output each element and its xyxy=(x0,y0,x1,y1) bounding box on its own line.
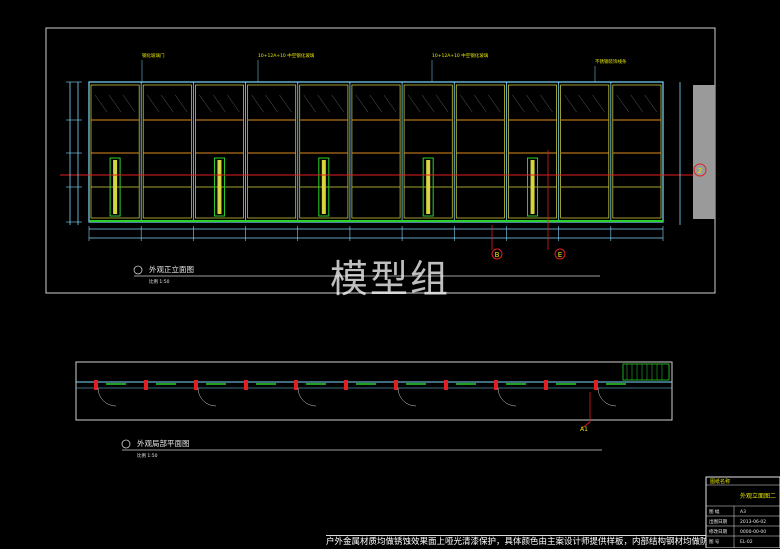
facade-panel xyxy=(351,84,401,219)
plan-post xyxy=(394,380,398,390)
plan-title-circle xyxy=(121,439,131,449)
plan-post xyxy=(194,380,198,390)
plan-door-swing xyxy=(197,387,217,407)
facade-panel xyxy=(612,84,662,219)
plan-marker-leader xyxy=(581,392,591,429)
glass-hatch xyxy=(331,94,344,113)
elevation-scale: 比例 1:50 xyxy=(149,278,170,285)
glass-hatch xyxy=(592,94,605,113)
glass-hatch xyxy=(512,94,525,113)
title-block-project-label: 图纸名称 xyxy=(710,478,730,485)
title-block-row-value: 2013-06-02 xyxy=(740,519,766,525)
plan-post xyxy=(94,380,98,390)
title-block-drawing-name: 外观立面图二 xyxy=(740,492,776,500)
marker-b-label: B xyxy=(495,251,500,259)
glass-hatch xyxy=(199,94,212,113)
glass-hatch xyxy=(460,94,473,113)
glass-hatch xyxy=(369,94,383,113)
glass-hatch xyxy=(279,94,292,113)
glass-hatch xyxy=(251,94,264,113)
facade-panel xyxy=(455,84,505,219)
note-1: 钢化玻璃门 xyxy=(142,52,165,59)
glass-hatch xyxy=(317,94,330,113)
door-handle-bar xyxy=(530,160,535,214)
glass-hatch xyxy=(355,94,369,113)
plan-post xyxy=(444,380,448,390)
plan-door-swing xyxy=(497,387,517,407)
title-block-row-label: 修改日期 xyxy=(709,528,727,535)
plan-elements xyxy=(94,380,626,407)
glass-hatch xyxy=(161,94,174,113)
glass-hatch xyxy=(488,94,501,113)
left-dimension-ticks xyxy=(66,81,82,223)
plan-door-swing xyxy=(597,387,617,407)
facade-panels xyxy=(90,82,664,222)
right-side-block xyxy=(693,85,715,219)
title-block-row-label: 图 幅 xyxy=(709,508,720,515)
glass-hatch xyxy=(265,94,278,113)
note-3: 10+12A+10 中空钢化玻璃 xyxy=(432,52,489,59)
marker-e-label: E xyxy=(558,251,562,259)
glass-hatch xyxy=(526,94,539,113)
glass-hatch xyxy=(474,94,487,113)
glass-hatch xyxy=(435,94,449,113)
title-block-row-value: 0000-00-00 xyxy=(740,529,766,535)
facade-panel xyxy=(247,84,297,219)
glass-hatch xyxy=(108,94,122,113)
glass-hatch xyxy=(122,94,136,113)
plan-post xyxy=(344,380,348,390)
glass-hatch xyxy=(147,94,160,113)
door-handle-bar xyxy=(426,160,431,214)
glass-hatch xyxy=(616,94,629,113)
elevation-title-circle xyxy=(133,265,143,275)
door-handle-bar xyxy=(321,160,326,214)
title-block: 图纸名称 外观立面图二 图 幅 A3 出图日期 2013-06-02 修改日期 … xyxy=(705,476,780,548)
glass-hatch xyxy=(303,94,316,113)
glass-hatch xyxy=(383,94,397,113)
section-marker-label: 2 xyxy=(698,167,702,175)
plan-post xyxy=(244,380,248,390)
note-2: 10+12A+10 中空钢化玻璃 xyxy=(258,52,315,59)
glass-hatch xyxy=(564,94,577,113)
plan-frame xyxy=(75,361,673,421)
plan-door-swing xyxy=(297,387,317,407)
elevation-title: 外观正立面图 xyxy=(149,264,194,274)
glass-hatch xyxy=(175,94,188,113)
bottom-dimension-ticks xyxy=(88,226,664,241)
plan-title: 外观局部平面图 xyxy=(137,438,190,448)
glass-hatch xyxy=(540,94,553,113)
note-4: 不锈钢装饰线条 xyxy=(595,58,627,65)
bottom-note: 户外金属材质均做锈蚀效果面上哑光清漆保护，具体颜色由主案设计师提供样板，内部结构… xyxy=(326,535,706,547)
glass-hatch xyxy=(421,94,435,113)
plan-post xyxy=(494,380,498,390)
title-block-row-label: 图 号 xyxy=(709,539,720,545)
glass-hatch xyxy=(407,94,421,113)
plan-scale: 比例 1:50 xyxy=(137,452,158,459)
plan-door-swing xyxy=(97,387,117,407)
title-block-row-value: EL-02 xyxy=(740,539,753,545)
plan-post xyxy=(594,380,598,390)
watermark: 模型组 xyxy=(330,257,451,301)
glass-hatch xyxy=(578,94,591,113)
plan-door-swing xyxy=(397,387,417,407)
title-block-row-value: A3 xyxy=(740,509,746,515)
glass-hatch xyxy=(94,94,108,113)
title-block-row-label: 出图日期 xyxy=(709,518,727,525)
facade-panel xyxy=(560,84,610,219)
door-handle-bar xyxy=(113,160,118,214)
plan-marker-label: A1 xyxy=(580,426,588,433)
glass-hatch xyxy=(644,94,657,113)
plan-post xyxy=(294,380,298,390)
plan-post xyxy=(544,380,548,390)
plan-post xyxy=(144,380,148,390)
facade-outline xyxy=(88,81,664,223)
glass-hatch xyxy=(227,94,240,113)
plan-stair-lines xyxy=(626,364,663,380)
door-handle-bar xyxy=(217,160,222,214)
facade-panel xyxy=(142,84,192,219)
glass-hatch xyxy=(213,94,226,113)
glass-hatch xyxy=(630,94,643,113)
